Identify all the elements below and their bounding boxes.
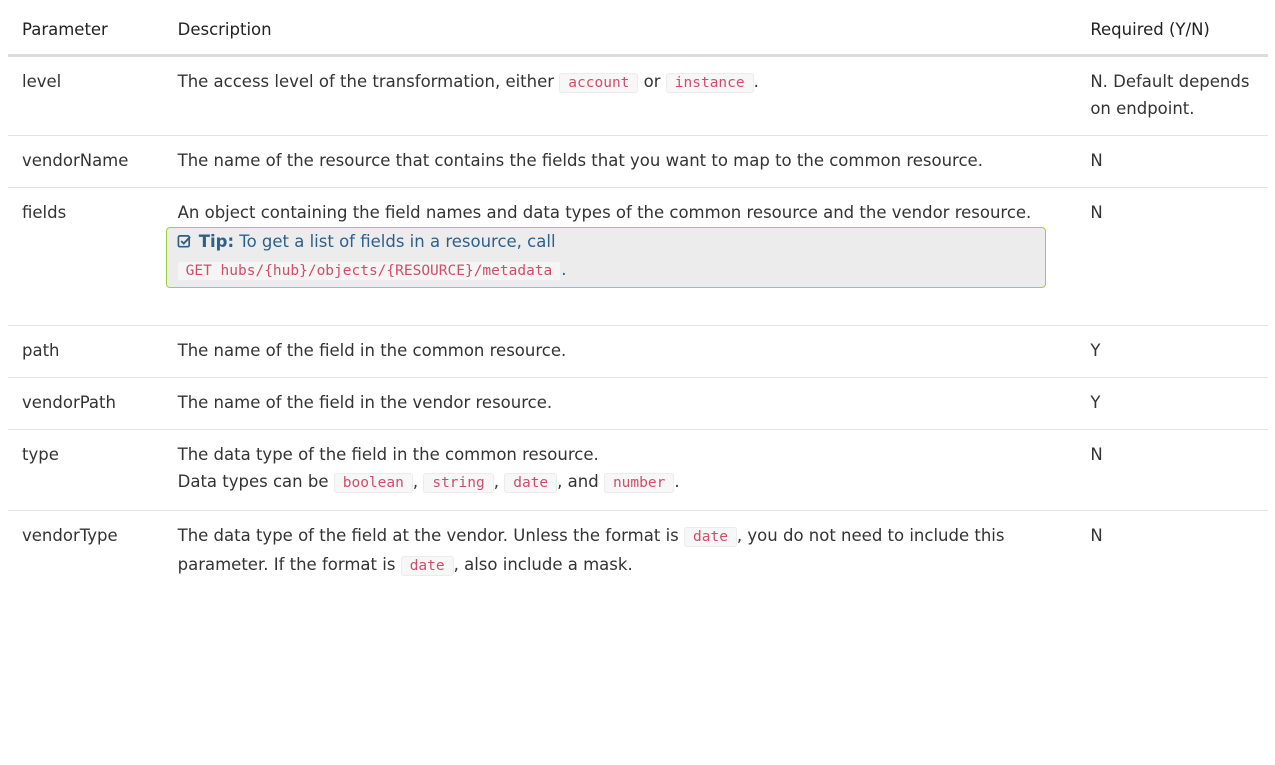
param-required: N — [1080, 135, 1268, 188]
param-description: The access level of the transformation, … — [163, 55, 1081, 136]
param-description: The name of the field in the vendor reso… — [163, 377, 1081, 430]
table-row-fields: fields An object containing the field na… — [8, 187, 1268, 326]
desc-text: . — [753, 72, 759, 91]
param-required: N — [1080, 429, 1268, 511]
param-name: type — [8, 429, 164, 511]
table-row-level: level The access level of the transforma… — [8, 55, 1268, 136]
param-description: The name of the resource that contains t… — [163, 135, 1081, 188]
code-literal: GET hubs/{hub}/objects/{RESOURCE}/metada… — [176, 261, 562, 281]
parameters-table: Parameter Description Required (Y/N) lev… — [8, 10, 1268, 593]
param-description: The data type of the field in the common… — [163, 429, 1081, 511]
param-required: Y — [1080, 377, 1268, 430]
param-name: path — [8, 325, 164, 378]
table-row-vendorpath: vendorPath The name of the field in the … — [8, 377, 1268, 430]
desc-text: . — [674, 472, 680, 491]
code-literal: account — [559, 73, 639, 93]
table-row-vendorname: vendorName The name of the resource that… — [8, 135, 1268, 188]
param-required: Y — [1080, 325, 1268, 378]
param-description: The data type of the field at the vendor… — [164, 511, 1081, 594]
table-row-path: path The name of the field in the common… — [8, 325, 1268, 378]
param-required: N — [1090, 526, 1103, 545]
desc-text: , — [412, 472, 424, 491]
code-literal: instance — [665, 73, 754, 93]
tip-callout: Tip: To get a list of fields in a resour… — [165, 227, 1046, 288]
code-literal: date — [504, 473, 558, 493]
tip-label: Tip: — [198, 232, 235, 251]
code-literal: string — [423, 473, 494, 493]
param-name: vendorType — [22, 526, 118, 545]
code-literal: boolean — [333, 473, 413, 493]
param-required: N — [1080, 187, 1268, 326]
desc-text: , also include a mask. — [453, 555, 633, 574]
param-name: fields — [8, 187, 164, 326]
desc-text: The data type of the field in the common… — [177, 445, 599, 464]
desc-text: An object containing the field names and… — [177, 203, 1032, 222]
desc-text: The access level of the transformation, … — [177, 72, 560, 91]
check-square-icon — [177, 232, 197, 251]
code-literal: date — [684, 527, 737, 547]
header-parameter: Parameter — [8, 10, 164, 57]
tip-text: To get a list of fields in a resource, c… — [234, 232, 556, 251]
param-required: N. Default depends on endpoint. — [1080, 55, 1268, 136]
desc-text: The data type of the field at the vendor… — [177, 526, 684, 545]
tip-text: . — [561, 260, 567, 279]
desc-text: Data types can be — [177, 472, 334, 491]
desc-text: , — [493, 472, 505, 491]
param-name: level — [8, 55, 164, 136]
param-description: The name of the field in the common reso… — [163, 325, 1081, 378]
param-description: An object containing the field names and… — [163, 187, 1081, 326]
header-description: Description — [163, 10, 1081, 57]
desc-text: or — [638, 72, 666, 91]
param-name: vendorPath — [8, 377, 164, 430]
desc-text: , and — [557, 472, 604, 491]
code-literal: number — [603, 473, 675, 493]
param-name: vendorName — [8, 135, 164, 188]
table-header-row: Parameter Description Required (Y/N) — [8, 10, 1268, 57]
table-row-type: type The data type of the field in the c… — [8, 429, 1268, 511]
table-row-vendortype: vendorType The data type of the field at… — [8, 511, 1268, 594]
code-literal: date — [400, 556, 454, 576]
header-required: Required (Y/N) — [1080, 10, 1268, 57]
